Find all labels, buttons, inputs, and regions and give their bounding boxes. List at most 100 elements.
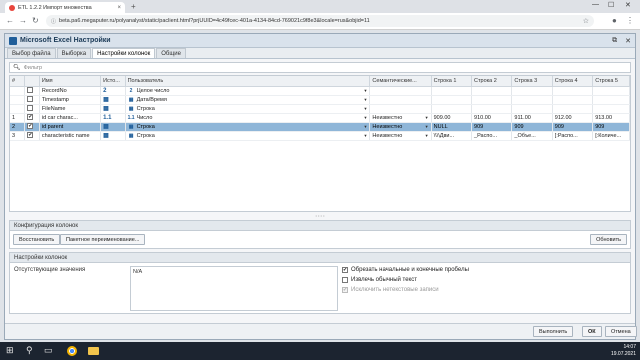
table-row[interactable]: Timestamp ▦ ▦ Дата/Время ▼: [10, 95, 630, 105]
include-check[interactable]: ✔: [27, 123, 34, 130]
dialog-close-icon[interactable]: ✕: [625, 37, 631, 45]
start-icon[interactable]: ⊞: [6, 345, 14, 356]
ok-button[interactable]: ОК: [582, 326, 602, 337]
row-name[interactable]: FileName: [39, 104, 102, 114]
col-header-source[interactable]: Исто...: [100, 76, 126, 87]
include-check[interactable]: [27, 105, 34, 112]
missing-values-textarea[interactable]: N/A: [130, 266, 338, 311]
tab-general[interactable]: Общие: [156, 48, 186, 58]
table-row[interactable]: FileName ▦ ▦ Строка ▼: [10, 104, 630, 114]
row-user-type-select[interactable]: 2 Целое число ▼: [125, 86, 371, 96]
task-view-icon[interactable]: ▭: [44, 345, 53, 356]
row-name[interactable]: id parent: [39, 122, 102, 132]
info-icon[interactable]: ⓘ: [51, 18, 56, 25]
row-user-type-select[interactable]: ▦ Дата/Время ▼: [125, 95, 371, 105]
chevron-down-icon[interactable]: ▼: [363, 88, 367, 93]
chevron-down-icon[interactable]: ▼: [425, 115, 429, 120]
folder-icon[interactable]: [88, 347, 99, 355]
minimize-icon[interactable]: —: [592, 1, 599, 8]
plain-text-check[interactable]: [342, 277, 348, 283]
col-header-row2[interactable]: Строка 2: [471, 76, 513, 87]
bookmark-icon[interactable]: ☆: [583, 17, 589, 25]
row-user-type-select[interactable]: ▦ Строка ▼: [125, 122, 371, 132]
chrome-icon[interactable]: [67, 346, 77, 356]
chevron-down-icon[interactable]: ▼: [425, 133, 429, 138]
tab-sampling[interactable]: Выборка: [56, 48, 92, 58]
url-field[interactable]: ⓘ beta.pa6.megaputer.ru/polyanalyst/stat…: [46, 15, 594, 27]
popout-icon[interactable]: ⧉: [612, 37, 617, 45]
new-tab-icon[interactable]: +: [131, 2, 136, 11]
splitter-handle[interactable]: • • • •: [9, 214, 631, 218]
row-number: 2: [10, 122, 26, 132]
row-semantic-select[interactable]: [369, 104, 432, 114]
col-header-row1[interactable]: Строка 1: [431, 76, 473, 87]
dialog-title: Microsoft Excel Настройки: [20, 37, 111, 44]
row-name[interactable]: id car charac...: [39, 113, 102, 123]
batch-rename-button[interactable]: Пакетное переименование...: [60, 234, 146, 245]
row-include-checkbox[interactable]: ✔: [24, 113, 40, 123]
row-include-checkbox[interactable]: [24, 95, 40, 105]
col-header-row3[interactable]: Строка 3: [511, 76, 553, 87]
restore-button[interactable]: Восстановить: [13, 234, 61, 245]
profile-icon[interactable]: ●: [612, 16, 617, 25]
search-icon[interactable]: ⚲: [26, 345, 33, 356]
trim-spaces-checkbox[interactable]: ✔ Обрезать начальные и конечные пробелы: [342, 267, 469, 273]
chevron-down-icon[interactable]: ▼: [363, 106, 367, 111]
menu-icon[interactable]: ⋮: [626, 16, 634, 25]
include-check[interactable]: [27, 96, 34, 103]
row-include-checkbox[interactable]: [24, 86, 40, 96]
col-header-check[interactable]: [24, 76, 40, 87]
col-header-name[interactable]: Имя: [39, 76, 102, 87]
include-check[interactable]: ✔: [27, 114, 34, 121]
include-check[interactable]: [27, 87, 34, 94]
row-user-type-select[interactable]: ▦ Строка ▼: [125, 104, 371, 114]
table-row[interactable]: 2 ✔ id parent ▦ ▦ Строка ▼ Неизвестно ▼ NULL 909 90…: [10, 122, 630, 132]
forward-icon[interactable]: →: [19, 16, 27, 25]
chevron-down-icon[interactable]: ▼: [363, 97, 367, 102]
row-semantic-select[interactable]: [369, 86, 432, 96]
tab-column-settings[interactable]: Настройки колонок: [92, 48, 156, 58]
col-header-user-type[interactable]: Пользователь: [125, 76, 371, 87]
trim-spaces-check[interactable]: ✔: [342, 267, 348, 273]
col-header-semantic[interactable]: Семантические...: [369, 76, 432, 87]
row-semantic-select[interactable]: Неизвестно ▼: [369, 113, 432, 123]
refresh-button[interactable]: Обновить: [590, 234, 627, 245]
include-check[interactable]: ✔: [27, 132, 34, 139]
reload-icon[interactable]: ↻: [32, 16, 39, 25]
cancel-button[interactable]: Отмена: [605, 326, 637, 337]
chevron-down-icon[interactable]: ▼: [363, 133, 367, 138]
row-name[interactable]: Timestamp: [39, 95, 102, 105]
filter-input[interactable]: 🔍︎ Фильтр: [9, 62, 631, 73]
back-icon[interactable]: ←: [6, 16, 14, 25]
table-row[interactable]: RecordNo 2 2 Целое число ▼: [10, 86, 630, 96]
chevron-down-icon[interactable]: ▼: [363, 115, 367, 120]
chevron-down-icon[interactable]: ▼: [425, 124, 429, 129]
col-header-num[interactable]: #: [10, 76, 26, 87]
row-include-checkbox[interactable]: ✔: [24, 131, 40, 141]
row-name[interactable]: RecordNo: [39, 86, 102, 96]
row-name[interactable]: characteristic name: [39, 131, 102, 141]
col-header-row4[interactable]: Строка 4: [552, 76, 594, 87]
close-tab-icon[interactable]: ×: [117, 5, 121, 11]
user-type-value: Строка: [136, 105, 155, 112]
row-user-type-select[interactable]: 1.1 Число ▼: [125, 113, 371, 123]
table-row[interactable]: 3 ✔ characteristic name ▦ ▦ Строка ▼ Неизвестно…: [10, 131, 630, 141]
tab-file-select[interactable]: Выбор файла: [7, 48, 56, 58]
row-semantic-select[interactable]: [369, 95, 432, 105]
run-button[interactable]: Выполнить: [533, 326, 574, 337]
system-clock[interactable]: 14:07 19.07.2021: [611, 344, 636, 358]
row-include-checkbox[interactable]: [24, 104, 40, 114]
row-semantic-select[interactable]: Неизвестно ▼: [369, 122, 432, 132]
url-text[interactable]: beta.pa6.megaputer.ru/polyanalyst/static…: [59, 18, 580, 24]
chevron-down-icon[interactable]: ▼: [363, 124, 367, 129]
row-user-type-select[interactable]: ▦ Строка ▼: [125, 131, 371, 141]
table-row[interactable]: 1 ✔ id car charac... 1.1 1.1 Число ▼ Неизвестно…: [10, 113, 630, 123]
plain-text-checkbox[interactable]: Извлечь обычный текст: [342, 277, 417, 283]
row-sample-1: 909.00: [431, 113, 473, 123]
maximize-icon[interactable]: ☐: [608, 1, 614, 9]
row-semantic-select[interactable]: Неизвестно ▼: [369, 131, 432, 141]
row-include-checkbox[interactable]: ✔: [24, 122, 40, 132]
browser-tab[interactable]: ETL 1.2.2 Импорт множества ×: [5, 2, 125, 13]
close-window-icon[interactable]: ✕: [625, 1, 631, 9]
col-header-row5[interactable]: Строка 5: [592, 76, 630, 87]
